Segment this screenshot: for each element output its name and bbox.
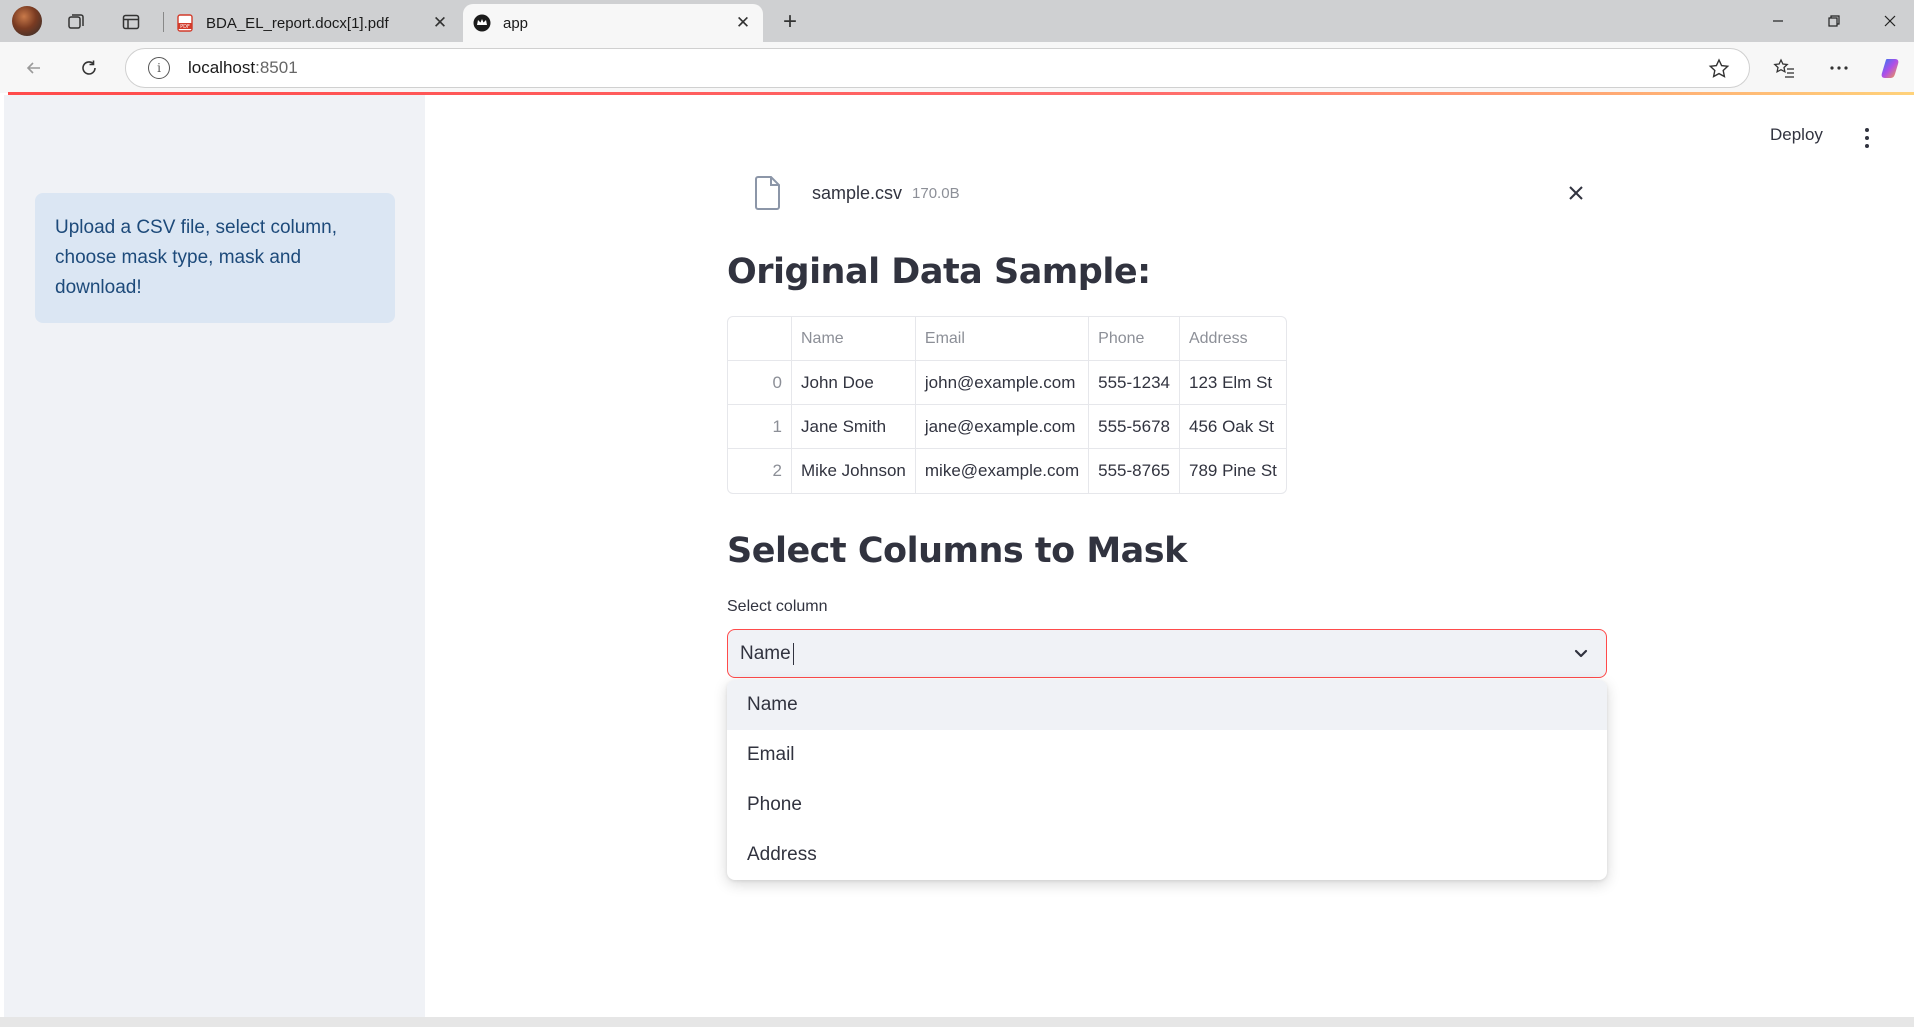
dropdown-option-name[interactable]: Name [727,680,1607,730]
dropdown-option-phone[interactable]: Phone [727,780,1607,830]
table-cell[interactable]: john@example.com [915,361,1090,405]
vertical-tabs-icon[interactable] [117,8,145,36]
svg-text:PDF: PDF [180,24,190,30]
dropdown-option-address[interactable]: Address [727,830,1607,880]
column-select-value: Name [740,642,791,664]
browser-tab-bar: PDF BDA_EL_report.docx[1].pdf ✕ app ✕ + [0,0,1914,42]
remove-file-close-icon[interactable] [1562,179,1590,207]
select-column-label: Select column [727,598,828,615]
table-cell[interactable]: Jane Smith [792,405,916,449]
column-header-email[interactable]: Email [915,317,1090,361]
url-text: localhost:8501 [188,58,298,77]
text-caret [792,642,794,665]
index-header [728,317,792,361]
table-cell[interactable]: 555-8765 [1089,449,1180,493]
table-row: 1 Jane Smith jane@example.com 555-5678 4… [728,405,1286,449]
dropdown-option-email[interactable]: Email [727,730,1607,780]
copilot-icon[interactable] [1876,52,1908,84]
table-cell[interactable]: mike@example.com [916,449,1090,493]
tab-separator [163,12,164,32]
uploaded-file-row: sample.csv 170.0B [752,173,1590,213]
close-window-icon[interactable] [1862,0,1914,42]
table-cell[interactable]: 789 Pine St [1180,449,1286,493]
favorite-star-icon[interactable] [1707,57,1731,81]
column-header-address[interactable]: Address [1179,317,1286,361]
restore-icon[interactable] [1806,0,1862,42]
original-data-heading: Original Data Sample: [727,252,1151,292]
profile-avatar[interactable] [12,6,42,36]
table-cell[interactable]: 555-1234 [1089,361,1180,405]
url-input[interactable]: i localhost:8501 [125,48,1750,88]
more-options-icon[interactable] [1823,52,1855,84]
back-arrow-icon[interactable] [18,52,50,84]
deploy-button[interactable]: Deploy [1770,125,1823,145]
row-index: 2 [728,449,792,493]
site-info-icon[interactable]: i [148,57,170,79]
chevron-down-icon[interactable] [1570,643,1592,665]
table-cell[interactable]: John Doe [792,361,916,405]
tab-app[interactable]: app ✕ [463,4,763,42]
minimize-icon[interactable] [1750,0,1806,42]
reload-icon[interactable] [73,52,105,84]
table-header-row: Name Email Phone Address [728,317,1286,361]
new-tab-button[interactable]: + [775,8,805,36]
data-table: Name Email Phone Address 0 John Doe john… [727,316,1287,494]
address-bar-row: i localhost:8501 [0,42,1914,93]
table-cell[interactable]: Mike Johnson [792,449,916,493]
column-header-phone[interactable]: Phone [1089,317,1180,361]
table-row: 0 John Doe john@example.com 555-1234 123… [728,361,1286,405]
main-menu-icon[interactable] [1858,124,1876,152]
streamlit-crown-icon [473,14,491,32]
uploaded-file-name: sample.csv [812,182,903,203]
close-tab-icon[interactable]: ✕ [729,9,757,37]
column-select[interactable]: Name [727,629,1607,678]
window-bottom-edge [0,1017,1914,1027]
column-header-name[interactable]: Name [792,317,916,361]
sidebar: Upload a CSV file, select column, choose… [4,95,425,1017]
table-cell[interactable]: 123 Elm St [1179,361,1286,405]
row-index: 0 [728,361,792,405]
sidebar-info-box: Upload a CSV file, select column, choose… [35,193,395,323]
tab-title: app [503,14,529,32]
sidebar-info-text: Upload a CSV file, select column, choose… [55,217,337,298]
uploaded-file-size: 170.0B [912,184,960,202]
table-cell[interactable]: 555-5678 [1089,405,1180,449]
pdf-icon: PDF [177,14,193,32]
file-icon [755,176,780,210]
table-cell[interactable]: 456 Oak St [1179,405,1286,449]
close-tab-icon[interactable]: ✕ [426,9,454,37]
row-index: 1 [728,405,792,449]
collections-icon[interactable] [62,8,90,36]
table-row: 2 Mike Johnson mike@example.com 555-8765… [728,449,1286,493]
tab-title: BDA_EL_report.docx[1].pdf [206,14,389,32]
table-cell[interactable]: jane@example.com [915,405,1090,449]
favorites-icon[interactable] [1768,52,1800,84]
column-dropdown-menu: Name Email Phone Address [727,680,1607,880]
tab-pdf-report[interactable]: PDF BDA_EL_report.docx[1].pdf ✕ [166,4,460,42]
select-columns-heading: Select Columns to Mask [727,531,1187,571]
